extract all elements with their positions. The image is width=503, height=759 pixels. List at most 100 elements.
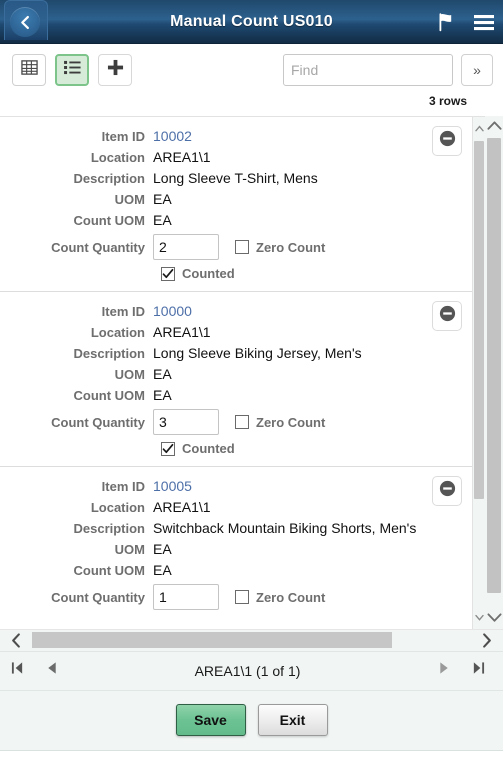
field-item-id: Item ID 10005 [0,476,472,497]
field-label: Count Quantity [51,589,145,605]
pagination-label: AREA1\1 (1 of 1) [194,662,301,679]
save-button[interactable]: Save [175,704,246,736]
field-item-id: Item ID 10000 [0,301,472,322]
field-value: Long Sleeve T-Shirt, Mens [153,170,318,186]
table-row: Item ID 10002 Location AREA1\1 Descripti… [0,117,472,292]
app-header: Manual Count US010 [0,0,503,44]
zero-count-checkbox[interactable] [235,415,249,429]
field-description: Description Long Sleeve T-Shirt, Mens [0,168,472,189]
rows-count-bar: 3 rows [0,94,503,116]
counted-checkbox[interactable] [161,441,175,456]
horizontal-scrollbar[interactable] [0,628,503,651]
previous-page-icon [46,661,57,680]
field-uom: UOM EA [0,539,472,560]
pagination-bar: AREA1\1 (1 of 1) [0,650,503,691]
field-label: Count UOM [73,388,145,403]
app-window: Manual Count US010 Find » 3 rows Item ID… [0,0,503,759]
inner-vertical-scrollbar[interactable] [473,116,485,629]
field-label: Item ID [101,129,145,144]
field-location: Location AREA1\1 [0,322,472,343]
bottom-strip [0,750,503,759]
counted-checkbox-wrap: Counted [161,266,472,281]
field-label: UOM [114,192,145,207]
delete-row-button[interactable] [432,301,462,331]
count-quantity-input[interactable] [153,234,219,260]
field-value: Switchback Mountain Biking Shorts, Men's [153,520,417,536]
field-count-uom: Count UOM EA [0,385,472,406]
header-actions [435,0,495,44]
item-id-link[interactable]: 10002 [153,126,192,147]
page-vertical-scrollbar[interactable] [485,116,503,629]
field-value: EA [153,562,172,578]
inner-scroll-up-icon[interactable] [473,121,485,135]
delete-row-button[interactable] [432,476,462,506]
page-title: Manual Count US010 [170,12,333,30]
zero-count-checkbox[interactable] [235,590,249,604]
zero-count-checkbox-wrap: Zero Count [235,237,325,258]
zero-count-label: Zero Count [256,239,326,255]
scroll-up-icon[interactable] [485,116,503,134]
page-scroll-thumb[interactable] [487,138,501,593]
field-label: Count Quantity [51,239,145,255]
first-page-icon [11,661,24,680]
exit-button[interactable]: Exit [257,704,328,736]
field-value: AREA1\1 [153,499,211,515]
grid-toolbar: » [0,44,503,96]
chevron-left-icon [18,15,33,30]
action-bar: Save Exit [0,690,503,751]
item-id-link[interactable]: 10005 [153,476,192,497]
hamburger-menu-icon[interactable] [473,14,495,31]
back-button[interactable] [10,7,40,37]
add-row-button[interactable] [98,54,132,86]
zero-count-checkbox-wrap: Zero Count [235,412,325,433]
find-more-button[interactable]: » [461,54,493,86]
field-label: Description [73,521,145,536]
field-label: Count UOM [73,563,145,578]
rows-count-label: 3 rows [428,94,467,108]
scroll-left-icon[interactable] [0,629,32,651]
field-value: EA [153,212,172,228]
field-label: Count UOM [73,213,145,228]
field-uom: UOM EA [0,364,472,385]
scroll-down-icon[interactable] [485,609,503,627]
field-uom: UOM EA [0,189,472,210]
field-label: Location [90,325,145,340]
table-row: Item ID 10005 Location AREA1\1 Descripti… [0,467,472,620]
counted-checkbox-wrap: Counted [161,441,472,456]
scroll-right-icon[interactable] [471,629,503,651]
field-value: EA [153,366,172,382]
delete-row-button[interactable] [432,126,462,156]
next-page-button[interactable] [427,651,461,691]
field-value: EA [153,387,172,403]
count-quantity-input[interactable] [153,409,219,435]
horizontal-scroll-thumb[interactable] [32,632,392,648]
list-view-button[interactable] [55,54,89,86]
field-label: Item ID [101,479,145,494]
field-value: EA [153,541,172,557]
field-location: Location AREA1\1 [0,497,472,518]
horizontal-scroll-track[interactable] [32,632,471,648]
item-id-link[interactable]: 10000 [153,301,192,322]
flag-icon[interactable] [435,11,457,33]
first-page-button[interactable] [0,651,34,691]
zero-count-label: Zero Count [256,589,326,605]
field-label: Location [90,500,145,515]
inner-scroll-down-icon[interactable] [473,611,485,625]
grid-view-button[interactable] [12,54,46,86]
counted-label: Counted [182,266,235,281]
zero-count-checkbox[interactable] [235,240,249,254]
next-page-icon [439,661,450,680]
search-input[interactable] [283,54,453,86]
field-count-uom: Count UOM EA [0,560,472,581]
field-count-quantity: Count Quantity Zero Count [0,234,472,260]
field-count-quantity: Count Quantity Zero Count [0,409,472,435]
count-quantity-input[interactable] [153,584,219,610]
field-value: AREA1\1 [153,149,211,165]
field-label: UOM [114,542,145,557]
previous-page-button[interactable] [34,651,68,691]
last-page-button[interactable] [461,651,495,691]
inner-scroll-thumb[interactable] [474,141,484,499]
zero-count-checkbox-wrap: Zero Count [235,587,325,608]
counted-checkbox[interactable] [161,266,175,281]
field-location: Location AREA1\1 [0,147,472,168]
